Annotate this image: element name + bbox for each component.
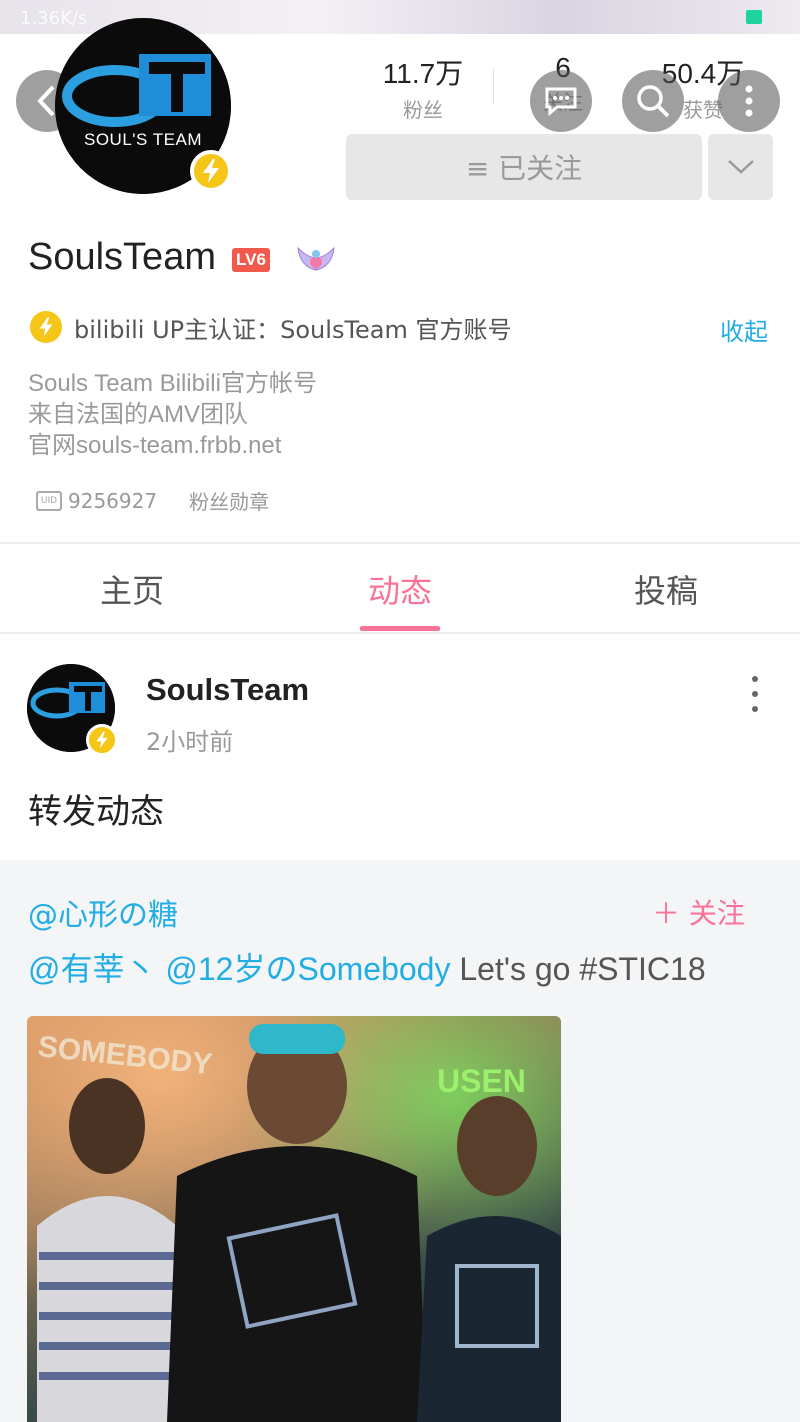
more-dot	[752, 706, 758, 712]
verification-text: bilibili UP主认证：SoulsTeam 官方账号	[74, 315, 512, 344]
fan-medal-link[interactable]: 粉丝勋章	[189, 486, 269, 515]
search-button[interactable]	[622, 70, 684, 132]
repost-content: @有莘丶 @12岁のSomebody Let's go #STIC18	[28, 944, 706, 990]
more-dot	[752, 676, 758, 682]
post-more-button[interactable]	[740, 676, 770, 712]
verification-row: bilibili UP主认证：SoulsTeam 官方账号	[30, 310, 512, 344]
post-text: 转发动态	[28, 792, 164, 832]
followed-button-label: ≡ 已关注	[465, 152, 583, 185]
fans-label: 粉丝	[403, 98, 443, 122]
network-speed: 1.36K/s	[20, 8, 88, 29]
mention-link[interactable]: @12岁のSomebody	[165, 951, 450, 987]
repost-photo[interactable]: SOMEBODY USEN	[27, 1016, 561, 1422]
profile-bio: Souls Team Bilibili官方帐号 来自法国的AMV团队 官网sou…	[28, 368, 317, 461]
chat-bubble-icon	[545, 87, 577, 117]
stat-divider	[493, 68, 494, 104]
more-vertical-icon	[745, 85, 753, 117]
chevron-down-icon	[727, 160, 754, 174]
fans-count: 11.7万	[382, 58, 464, 89]
battery-icon	[746, 10, 762, 24]
level-badge: LV6	[232, 248, 270, 272]
tab-home[interactable]: 主页	[42, 566, 222, 612]
post-timestamp: 2小时前	[146, 728, 234, 756]
lightning-icon	[96, 731, 108, 749]
followed-button[interactable]: ≡ 已关注	[346, 134, 702, 200]
search-icon	[637, 85, 670, 118]
photo-neon-sign: USEN	[437, 1063, 526, 1099]
tab-dynamics[interactable]: 动态	[310, 566, 490, 612]
bio-line: 来自法国的AMV团队	[28, 401, 249, 428]
post-author-name[interactable]: SoulsTeam	[146, 672, 309, 708]
repost-original-user[interactable]: @心形の糖	[28, 890, 178, 934]
bio-line: 官网souls-team.frbb.net	[28, 432, 282, 459]
profile-tabs: 主页 动态 投稿	[0, 544, 800, 632]
uid-row: UID 9256927 粉丝勋章	[36, 486, 269, 515]
group-photo-image: SOMEBODY USEN	[27, 1016, 561, 1422]
mention-link[interactable]: @有莘丶	[28, 951, 157, 987]
stat-fans[interactable]: 11.7万 粉丝	[368, 52, 478, 123]
lightning-icon	[203, 159, 219, 183]
repost-body-text: Let's go #STIC18	[459, 951, 706, 987]
lightning-icon	[30, 311, 62, 343]
message-button[interactable]	[530, 70, 592, 132]
more-button[interactable]	[718, 70, 780, 132]
avatar-logo-subtitle: SOUL'S TEAM	[83, 130, 203, 149]
active-tab-indicator	[360, 626, 440, 631]
repost-follow-button[interactable]: ＋ 关注	[652, 892, 745, 932]
tab-submissions[interactable]: 投稿	[576, 566, 756, 612]
more-dot	[752, 691, 758, 697]
collapse-link[interactable]: 收起	[720, 312, 768, 347]
verified-badge	[86, 724, 118, 756]
verified-badge	[190, 150, 232, 192]
profile-username: SoulsTeam	[28, 236, 216, 278]
uid-icon: UID	[36, 490, 62, 511]
bio-line: Souls Team Bilibili官方帐号	[28, 370, 317, 397]
follow-options-dropdown[interactable]	[708, 134, 773, 200]
wing-badge-icon[interactable]	[296, 240, 336, 278]
divider	[0, 632, 800, 634]
uid-value: 9256927	[68, 488, 158, 513]
